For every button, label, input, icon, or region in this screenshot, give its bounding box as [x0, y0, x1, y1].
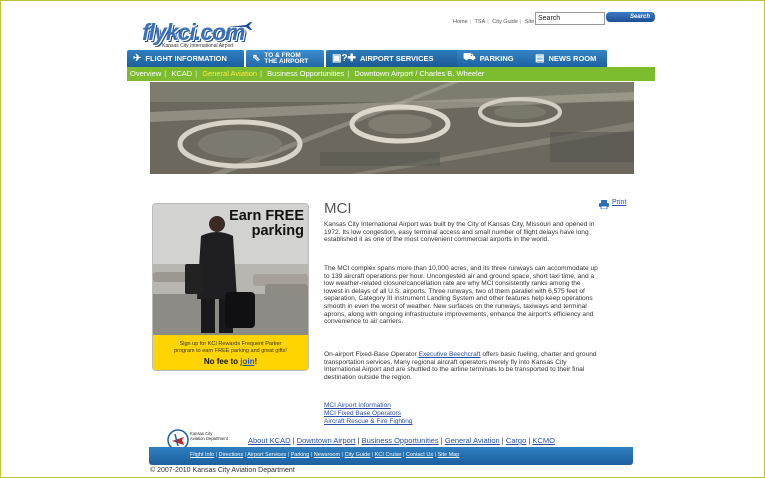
promo-line-2: program to earn FREE parking and great g… [174, 348, 287, 354]
promo-fee-prefix: No fee to [203, 357, 241, 366]
tab-label: FLIGHT INFORMATION [145, 54, 227, 63]
footer-bar-newsroom[interactable]: Newsroom [314, 452, 340, 458]
car-icon: ⛟ [463, 52, 476, 63]
join-link[interactable]: join [240, 357, 254, 366]
p3-before: On-airport Fixed-Base Operator [324, 351, 419, 358]
search-input[interactable]: Search [535, 12, 605, 25]
page-title: MCI [324, 200, 352, 217]
tab-label: PARKING [479, 54, 514, 63]
footer-link-business-opportunities[interactable]: Business Opportunities [362, 436, 439, 445]
tab-news-room[interactable]: ▤ NEWS ROOM [529, 50, 607, 67]
paragraph-complex: The MCI complex spans more than 10,000 a… [324, 265, 598, 326]
subnav-kcad[interactable]: KCAD [168, 69, 195, 78]
subnav-general-aviation[interactable]: General Aviation [199, 69, 260, 78]
promo-fee-text: No fee to join! [153, 357, 308, 366]
plane-logo-icon [228, 22, 252, 30]
search-button[interactable]: Search [606, 12, 655, 22]
footer-link-general-aviation[interactable]: General Aviation [445, 436, 500, 445]
sub-nav: Overview | KCAD | General Aviation | Busine… [127, 67, 655, 81]
top-link-tsa[interactable]: TSA [475, 19, 486, 25]
footer-bar-directions[interactable]: Directions [219, 452, 243, 458]
plane-icon: ✈ [133, 53, 142, 64]
promo-line-1: Sign up for KCI Rewards Frequent Parker [179, 341, 282, 347]
related-links: MCI Airport Information MCI Fixed Base O… [324, 402, 413, 426]
subnav-downtown-airport[interactable]: Downtown Airport / Charles B. Wheeler [351, 69, 487, 78]
paragraph-intro: Kansas City International Airport was bu… [324, 221, 595, 244]
print-link[interactable]: Print [612, 199, 626, 206]
tab-label: AIRPORT SERVICES [359, 54, 434, 63]
footer-logo-text: Kansas City Aviation Department [190, 431, 228, 441]
promo-title-line1: Earn FREE [229, 208, 304, 224]
top-link-home[interactable]: Home [453, 19, 468, 25]
footer-bar-city-guide[interactable]: City Guide [345, 452, 371, 458]
link-mci-fixed-base-operators[interactable]: MCI Fixed Base Operators [324, 410, 413, 418]
footer-bar-flight-info[interactable]: Flight Info [190, 452, 214, 458]
tab-flight-information[interactable]: ✈ FLIGHT INFORMATION [127, 50, 244, 67]
footer-bar-links: Flight Info | Directions | Airport Servi… [190, 452, 460, 458]
promo-title-line2: parking [251, 223, 304, 239]
footer-bar-site-map[interactable]: Site Map [438, 452, 460, 458]
link-mci-airport-information[interactable]: MCI Airport Information [324, 402, 413, 410]
subnav-overview[interactable]: Overview [127, 69, 164, 78]
aerial-photo [150, 82, 634, 174]
tab-to-from-airport[interactable]: ⇖ TO & FROM THE AIRPORT [246, 50, 324, 67]
footer-bar-airport-services[interactable]: Airport Services [247, 452, 286, 458]
footer-links: About KCAD | Downtown Airport | Business… [248, 436, 555, 445]
tab-label-line2: THE AIRPORT [264, 57, 309, 65]
printer-icon[interactable] [599, 200, 609, 209]
arrow-icon: ⇖ [252, 52, 261, 64]
site-logo[interactable]: flykci.com Kansas City International Air… [140, 19, 252, 53]
logo-subtitle: Kansas City International Airport [162, 43, 234, 49]
paragraph-fbo: On-airport Fixed-Base Operator Executive… [324, 351, 599, 381]
parking-rewards-promo[interactable]: Earn FREE parking Sign up for KCI Reward… [152, 203, 309, 371]
tab-label: NEWS ROOM [548, 54, 597, 63]
link-aircraft-rescue[interactable]: Aircraft Rescue & Fire Fighting [324, 418, 413, 426]
footer-bar-contact-us[interactable]: Contact Us [406, 452, 433, 458]
footer-bar-kci-cruise[interactable]: KCI Cruise [375, 452, 402, 458]
newspaper-icon: ▤ [535, 53, 545, 64]
footer-logo-line2: Aviation Department [190, 436, 228, 441]
footer-link-downtown-airport[interactable]: Downtown Airport [297, 436, 356, 445]
promo-fee-end: ! [254, 357, 258, 366]
tab-label: TO & FROM THE AIRPORT [264, 52, 309, 65]
footer-bar-parking[interactable]: Parking [291, 452, 310, 458]
footer-link-about-kcad[interactable]: About KCAD [248, 436, 291, 445]
footer-link-kcmo[interactable]: KCMO [532, 436, 555, 445]
footer-link-cargo[interactable]: Cargo [506, 436, 526, 445]
airport-aerial-banner [150, 82, 634, 174]
executive-beechcraft-link[interactable]: Executive Beechcraft [419, 351, 481, 358]
promo-title: Earn FREE parking [229, 209, 304, 239]
top-links: Home| TSA| City Guide| Site Map [453, 19, 547, 25]
subnav-business-opportunities[interactable]: Business Opportunities [264, 69, 347, 78]
promo-info-panel: Sign up for KCI Rewards Frequent Parker … [153, 335, 308, 370]
copyright: © 2007-2010 Kansas City Aviation Departm… [150, 467, 295, 474]
services-icon: ▣?✚ [332, 53, 356, 64]
top-link-city-guide[interactable]: City Guide [492, 19, 518, 25]
